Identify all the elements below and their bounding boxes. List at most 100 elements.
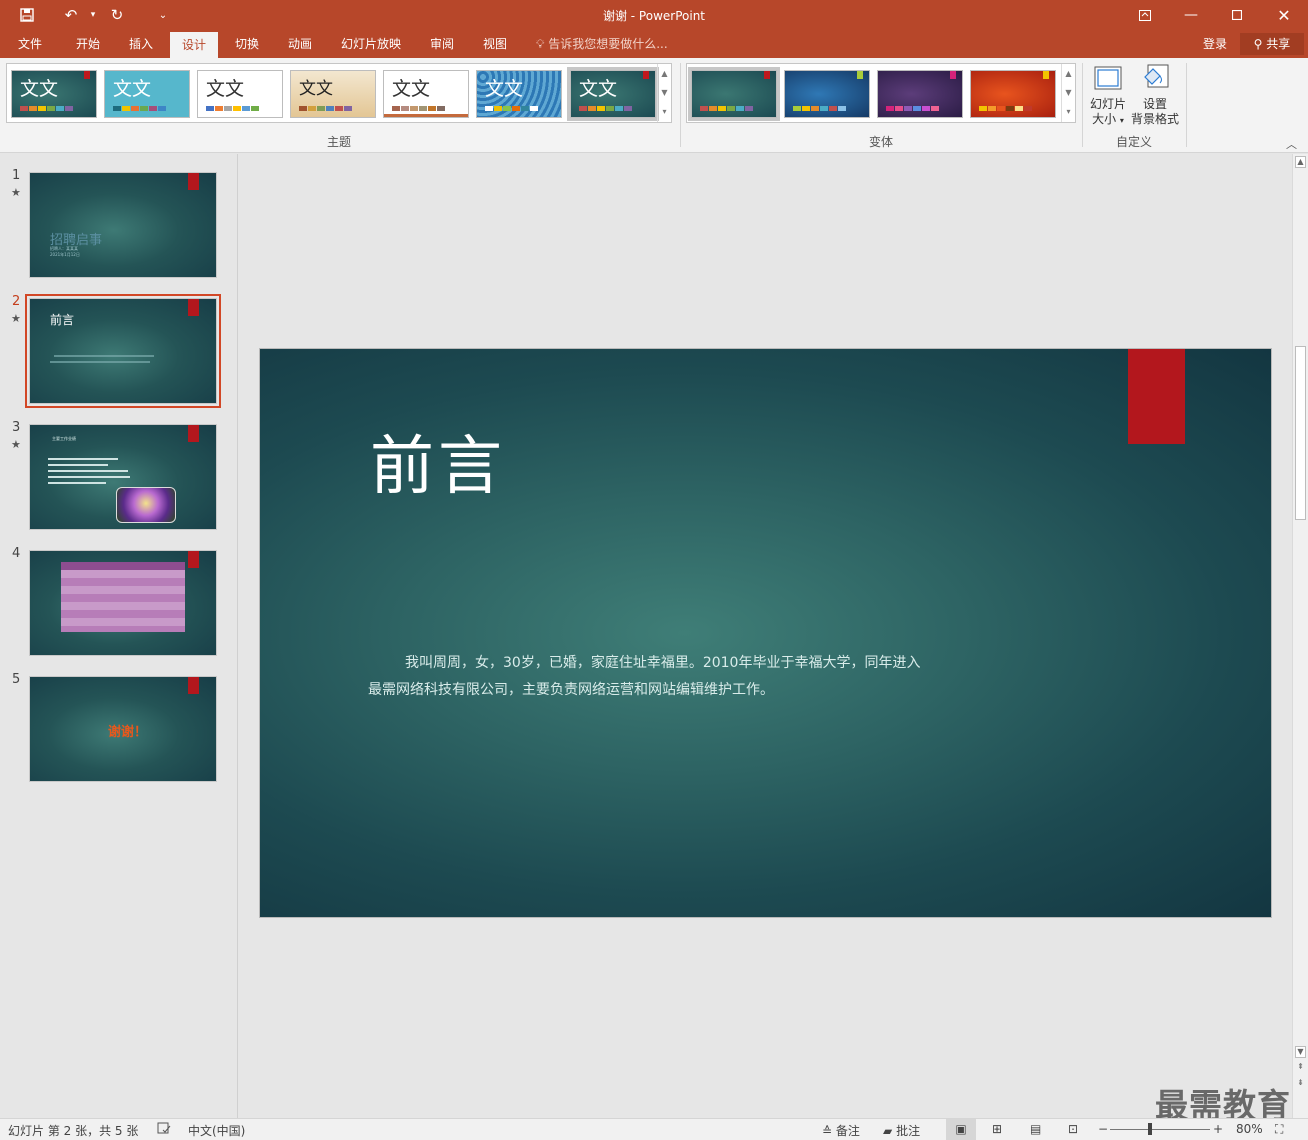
close-button[interactable]: ✕ — [1261, 0, 1307, 30]
theme-thumbnail[interactable]: 文文 — [197, 70, 283, 118]
next-slide-icon[interactable]: ⇟ — [1295, 1078, 1306, 1090]
zoom-in-icon[interactable]: + — [1213, 1122, 1223, 1136]
slide-title[interactable]: 前言 — [370, 415, 506, 507]
vertical-scrollbar[interactable]: ▲ ▼ ⇞ ⇟ — [1292, 154, 1308, 1118]
scroll-down-icon[interactable]: ▼ — [1295, 1046, 1306, 1058]
language-indicator[interactable]: 中文(中国) — [188, 1122, 245, 1139]
slide-thumbnail-4[interactable] — [29, 550, 217, 656]
theme-thumbnail[interactable]: 文文 — [290, 70, 376, 118]
format-background-button[interactable]: 设置 背景格式 — [1130, 63, 1180, 127]
thumb-text-line — [54, 355, 154, 357]
tab-transitions[interactable]: 切换 — [225, 30, 269, 58]
bookmark-decoration — [188, 551, 199, 568]
ribbon: 文文 文文 文文 文文 文文 文文 文文 ▲ ▼ ▾ 主题 ▲ ▼ ▾ 变体 幻… — [0, 58, 1308, 153]
bookmark-decoration — [188, 173, 199, 190]
tab-insert[interactable]: 插入 — [119, 30, 163, 58]
comments-label: 批注 — [896, 1124, 921, 1138]
gallery-more-icon[interactable]: ▾ — [658, 102, 671, 121]
chevron-down-icon[interactable]: ▼ — [658, 83, 671, 102]
slide-number: 4 — [12, 546, 21, 561]
slide-size-button[interactable]: 幻灯片 大小 ▾ — [1087, 63, 1129, 128]
tab-home[interactable]: 开始 — [66, 30, 110, 58]
tab-review[interactable]: 审阅 — [420, 30, 464, 58]
theme-swatches — [299, 106, 352, 111]
zoom-slider-thumb[interactable] — [1148, 1123, 1152, 1135]
zoom-level[interactable]: 80% — [1236, 1122, 1263, 1136]
themes-gallery-scroll[interactable]: ▲ ▼ ▾ — [657, 64, 671, 122]
slide-thumbnail-3[interactable]: 主要工作业绩 — [29, 424, 217, 530]
variant-tag — [764, 71, 770, 79]
maximize-button[interactable] — [1214, 0, 1260, 30]
tab-file[interactable]: 文件 — [8, 30, 52, 58]
theme-thumbnail[interactable]: 文文 — [383, 70, 469, 118]
spell-check-icon[interactable] — [157, 1122, 171, 1138]
variant-thumbnail[interactable] — [784, 70, 870, 118]
scroll-up-icon[interactable]: ▲ — [1295, 156, 1306, 168]
slide-thumbnail-2[interactable]: 前言 — [25, 294, 221, 408]
tab-slideshow[interactable]: 幻灯片放映 — [333, 30, 409, 58]
notes-button[interactable]: ≙ 备注 — [822, 1122, 860, 1139]
reading-view-icon[interactable]: ▤ — [1030, 1122, 1041, 1136]
share-button[interactable]: ⚲ 共享 — [1240, 33, 1304, 55]
theme-swatches — [485, 106, 538, 111]
login-link[interactable]: 登录 — [1203, 30, 1227, 58]
notes-icon: ≙ — [822, 1124, 833, 1138]
theme-sample-text: 文文 — [392, 78, 431, 100]
scrollbar-thumb[interactable] — [1295, 346, 1306, 520]
share-label: 共享 — [1266, 37, 1291, 51]
ribbon-display-options-icon[interactable] — [1122, 0, 1168, 30]
title-bar: ↶ ▾ ↻ ⌄ 谢谢 - PowerPoint — ✕ — [0, 0, 1308, 30]
minimize-button[interactable]: — — [1168, 0, 1214, 30]
slide-thumbnail-1[interactable]: 招聘启事 招聘人：某某某 2021年1月12日 — [29, 172, 217, 278]
red-bookmark-shape[interactable] — [1128, 349, 1185, 444]
normal-view-icon[interactable]: ▣ — [946, 1119, 976, 1140]
variant-swatches — [700, 106, 753, 111]
slide-thumbnail-5[interactable]: 谢谢！ — [29, 676, 217, 782]
collapse-ribbon-icon[interactable]: ︿ — [1286, 136, 1297, 152]
variant-thumbnail[interactable] — [877, 70, 963, 118]
gallery-more-icon[interactable]: ▾ — [1062, 102, 1075, 121]
theme-thumbnail[interactable]: 文文 — [11, 70, 97, 118]
fit-to-window-icon[interactable]: ⛶ — [1275, 1122, 1283, 1137]
variant-thumbnail-selected[interactable] — [688, 67, 780, 121]
thumb-text-line — [48, 458, 118, 460]
theme-sample-text: 文文 — [299, 79, 333, 99]
comments-button[interactable]: ▰ 批注 — [883, 1122, 920, 1139]
slide-body-text[interactable]: 我叫周周，女，30岁，已婚，家庭住址幸福里。2010年毕业于幸福大学，同年进入最… — [368, 650, 928, 704]
theme-swatches — [20, 106, 73, 111]
chevron-up-icon[interactable]: ▲ — [658, 64, 671, 83]
previous-slide-icon[interactable]: ⇞ — [1295, 1062, 1306, 1074]
slide-size-label-2: 大小 ▾ — [1092, 112, 1124, 126]
variants-gallery-scroll[interactable]: ▲ ▼ ▾ — [1061, 64, 1075, 122]
zoom-out-icon[interactable]: − — [1098, 1122, 1108, 1136]
variant-tag — [857, 71, 863, 79]
slideshow-icon[interactable]: ⊡ — [1068, 1122, 1078, 1136]
theme-thumbnail-selected[interactable]: 文文 — [567, 67, 659, 121]
theme-sample-text: 文文 — [206, 78, 245, 100]
tab-view[interactable]: 视图 — [473, 30, 517, 58]
slide-sorter-icon[interactable]: ⊞ — [992, 1122, 1002, 1136]
slide-size-label-1: 幻灯片 — [1089, 97, 1126, 111]
slide-number: 1 — [12, 168, 21, 183]
theme-tag — [643, 71, 649, 79]
thumb-text-line — [50, 361, 150, 363]
thumb-table — [61, 562, 185, 632]
format-background-label-1: 设置 — [1142, 97, 1167, 111]
variant-tag — [950, 71, 956, 79]
variant-thumbnail[interactable] — [970, 70, 1056, 118]
thumb-title: 前言 — [50, 313, 75, 327]
slide-number: 3 — [12, 420, 21, 435]
theme-thumbnail[interactable]: 文文 — [104, 70, 190, 118]
variant-tag — [1043, 71, 1049, 79]
chevron-down-icon[interactable]: ▼ — [1062, 83, 1075, 102]
thumb-title: 主要工作业绩 — [52, 436, 76, 441]
theme-swatches — [392, 106, 445, 111]
tell-me-search[interactable]: 💡︎ 告诉我您想要做什么... — [536, 30, 668, 58]
tab-design[interactable]: 设计 — [170, 32, 218, 58]
tab-animations[interactable]: 动画 — [278, 30, 322, 58]
current-slide[interactable]: 前言 我叫周周，女，30岁，已婚，家庭住址幸福里。2010年毕业于幸福大学，同年… — [259, 348, 1272, 918]
theme-thumbnail[interactable]: 文文 — [476, 70, 562, 118]
chevron-up-icon[interactable]: ▲ — [1062, 64, 1075, 83]
theme-sample-text: 文文 — [113, 78, 152, 100]
zoom-slider[interactable] — [1110, 1129, 1210, 1130]
